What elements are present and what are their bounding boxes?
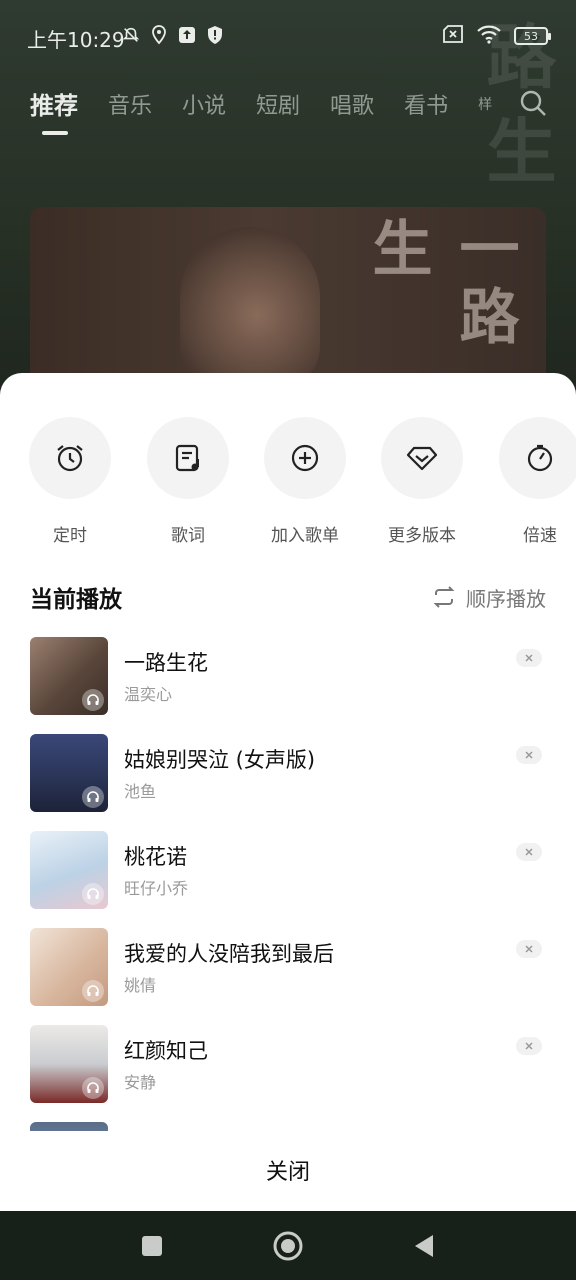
remove-button[interactable] [516,843,542,861]
play-mode-label: 顺序播放 [466,586,546,611]
list-item-partial[interactable] [30,1122,546,1131]
speed-icon [527,444,553,472]
list-item[interactable]: 桃花诺 旺仔小乔 [30,831,546,909]
wifi-icon [476,24,502,48]
alarm-icon [57,445,83,472]
close-icon [525,848,533,856]
shield-icon [206,24,224,46]
headphone-icon [82,786,104,808]
song-title: 桃花诺 [124,845,187,869]
search-icon [520,90,546,116]
home-circle-icon [273,1231,303,1260]
queue-title: 当前播放 [30,587,122,613]
remove-button[interactable] [516,746,542,764]
playlist-sheet: 定时 歌词 加入歌单 更多版本 倍速 当前播放 顺序播放 一路生花 温奕心 姑娘… [0,373,576,1211]
play-mode-button[interactable]: 顺序播放 [432,583,546,612]
close-icon [525,1042,533,1050]
headphone-icon [82,980,104,1002]
more-versions-label: 更多版本 [388,526,456,546]
list-item[interactable]: 红颜知己 安静 [30,1025,546,1103]
speed-action[interactable]: 倍速 [485,417,576,546]
close-icon [525,945,533,953]
close-icon [525,654,533,662]
song-cover [30,1122,108,1131]
status-time: 上午10:29 [27,28,125,52]
system-nav-bar [0,1211,576,1280]
add-to-playlist-action[interactable]: 加入歌单 [250,417,360,546]
home-button[interactable] [268,1226,308,1266]
headphone-icon [82,883,104,905]
no-sim-icon [442,25,464,47]
mute-icon [122,24,140,46]
song-title: 姑娘别哭泣 (女声版) [124,748,316,772]
close-button[interactable]: 关闭 [0,1135,576,1205]
speed-label: 倍速 [523,526,557,546]
remove-button[interactable] [516,940,542,958]
queue-header: 当前播放 顺序播放 [30,581,546,613]
tab-recommend[interactable]: 推荐 [30,86,78,135]
song-artist: 温奕心 [124,685,173,704]
timer-label: 定时 [53,526,87,546]
upload-icon [178,24,196,46]
song-cover [30,1025,108,1103]
banner-artwork [180,227,320,387]
add-to-playlist-label: 加入歌单 [271,526,339,546]
song-artist: 姚倩 [124,976,157,995]
battery-indicator: 53 [514,27,551,45]
song-title: 红颜知己 [124,1039,208,1063]
list-item[interactable]: 姑娘别哭泣 (女声版) 池鱼 [30,734,546,812]
tab-books[interactable]: 看书 [404,88,448,120]
song-artist: 池鱼 [124,782,157,801]
song-title: 我爱的人没陪我到最后 [124,942,334,966]
search-button[interactable] [518,88,548,118]
close-icon [525,751,533,759]
tab-music[interactable]: 音乐 [108,88,152,120]
list-item[interactable]: 我爱的人没陪我到最后 姚倩 [30,928,546,1006]
song-artist: 安静 [124,1073,157,1092]
list-item[interactable]: 一路生花 温奕心 [30,637,546,715]
location-icon [150,24,168,46]
remove-button[interactable] [516,1037,542,1055]
back-button[interactable] [404,1226,444,1266]
more-versions-action[interactable]: 更多版本 [367,417,477,546]
versions-icon [406,446,438,471]
headphone-icon [82,689,104,711]
song-artist: 旺仔小乔 [124,879,189,898]
repeat-icon [433,586,455,608]
square-icon [142,1235,162,1256]
tab-more[interactable]: 样 [478,94,492,114]
add-circle-icon [291,444,319,472]
song-cover [30,831,108,909]
tab-short-drama[interactable]: 短剧 [256,88,300,120]
song-title: 一路生花 [124,651,208,675]
tab-novel[interactable]: 小说 [182,88,226,120]
remove-button[interactable] [516,649,542,667]
back-triangle-icon [415,1234,433,1257]
recent-apps-button[interactable] [132,1226,172,1266]
headphone-icon [82,1077,104,1099]
status-bar: 上午10:29 53 [0,0,576,72]
song-cover [30,928,108,1006]
lyrics-label: 歌词 [171,526,205,546]
tab-sing[interactable]: 唱歌 [330,88,374,120]
action-row: 定时 歌词 加入歌单 更多版本 倍速 [0,417,576,547]
timer-action[interactable]: 定时 [15,417,125,546]
queue-list: 一路生花 温奕心 姑娘别哭泣 (女声版) 池鱼 桃花诺 旺仔小乔 我爱的人没陪我… [30,637,546,1131]
song-cover [30,734,108,812]
lyrics-action[interactable]: 歌词 [133,417,243,546]
top-tabs: 推荐 音乐 小说 短剧 唱歌 看书 样 [30,86,492,135]
lyrics-icon [175,444,199,472]
song-cover [30,637,108,715]
